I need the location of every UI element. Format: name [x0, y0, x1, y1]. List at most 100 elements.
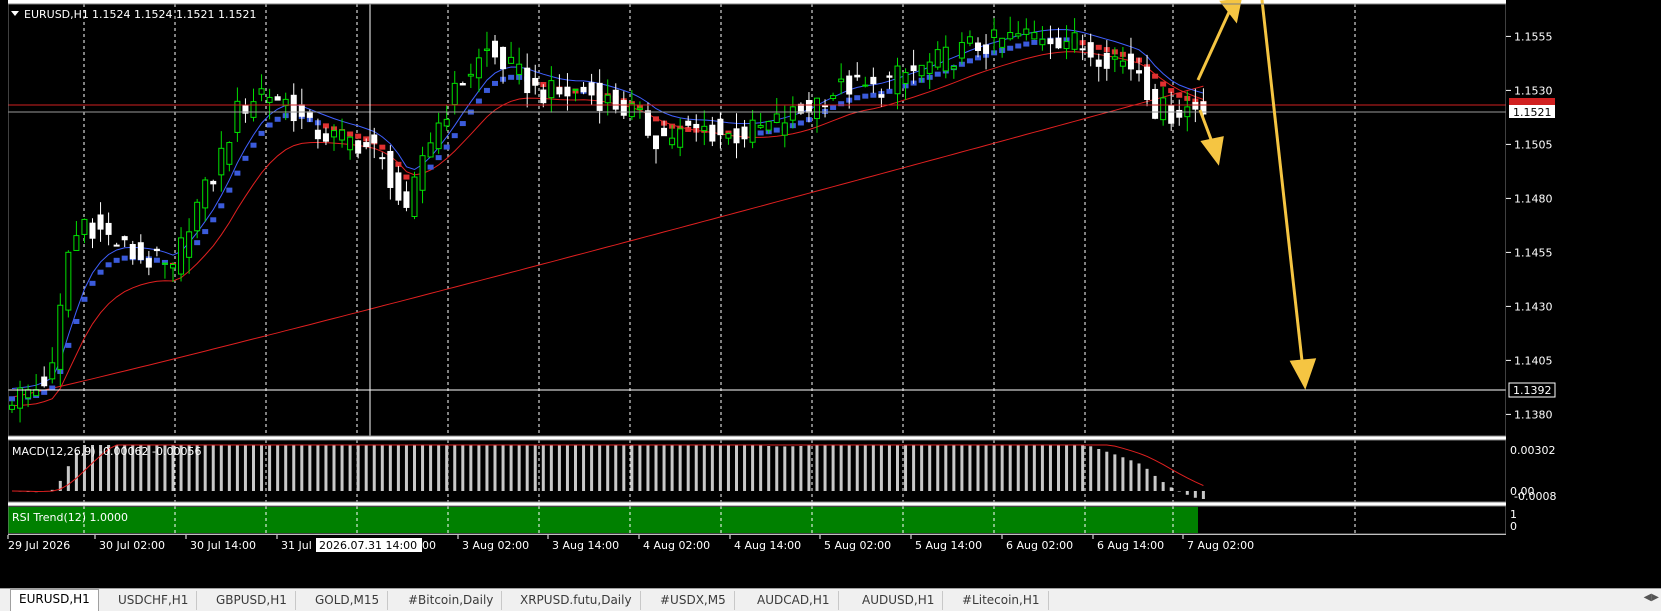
time-axis-label: 6 Aug 14:00: [1097, 539, 1164, 552]
candle-body: [524, 67, 531, 94]
candle-body: [234, 100, 241, 133]
candle-body: [789, 106, 796, 121]
candle-body: [194, 201, 201, 232]
trend-band-block: [242, 155, 249, 161]
candle-body: [363, 142, 370, 148]
candle-body: [451, 82, 458, 106]
candle-body: [1152, 88, 1159, 119]
candle-body: [1160, 97, 1167, 121]
trend-band-block: [97, 269, 104, 275]
candle-body: [145, 258, 152, 268]
chart-tab[interactable]: #Litecoin,H1: [954, 591, 1049, 610]
time-axis-label: 5 Aug 14:00: [915, 539, 982, 552]
candle-body: [588, 82, 595, 96]
trend-band-block: [492, 80, 498, 86]
candle-body: [975, 42, 981, 51]
candle-body: [958, 42, 965, 59]
chart-tab[interactable]: GBPUSD,H1: [208, 591, 296, 610]
trend-band-block: [862, 93, 869, 99]
trend-band-block: [65, 342, 72, 348]
candle-body: [443, 118, 450, 127]
candle-body: [202, 179, 209, 209]
trend-band-block: [347, 131, 354, 137]
candle-body: [733, 128, 740, 144]
candle-body: [435, 122, 442, 150]
crosshair-price-label: 1.1392: [1513, 384, 1552, 397]
macd-tick-top: 0.00302: [1510, 444, 1556, 457]
chart-window[interactable]: EURUSD,H1 1.1524 1.1524 1.1521 1.1521 MA…: [0, 0, 1661, 588]
symbol-label: EURUSD,H1: [24, 8, 89, 21]
price-tick-label: 1.1505: [1514, 138, 1553, 151]
trend-band-block: [121, 255, 128, 261]
candle-body: [81, 218, 88, 235]
candle-body: [1111, 56, 1118, 60]
candle-body: [709, 124, 716, 142]
price-tick-label: 1.1555: [1514, 30, 1553, 43]
price-tick-label: 1.1480: [1514, 192, 1553, 205]
candle-body: [1136, 70, 1142, 74]
candle-body: [846, 75, 853, 95]
candle-body: [580, 86, 587, 93]
candle-body: [548, 80, 555, 99]
candle-body: [677, 128, 684, 148]
chart-tab[interactable]: AUDCAD,H1: [749, 591, 839, 610]
candle-body: [508, 56, 515, 64]
macd-pane[interactable]: [8, 440, 1506, 502]
candle-body: [781, 122, 788, 136]
candle-body: [725, 133, 732, 139]
trend-band-block: [443, 144, 450, 150]
price-pane[interactable]: [8, 4, 1506, 436]
candle-body: [25, 389, 32, 399]
candle-body: [644, 110, 651, 136]
candle-body: [186, 231, 193, 258]
candle-body: [331, 130, 337, 138]
candle-body: [218, 147, 225, 176]
chart-tab[interactable]: #Bitcoin,Daily: [400, 591, 503, 610]
trend-band-block: [1152, 73, 1159, 79]
chart-tab[interactable]: EURUSD,H1: [10, 589, 99, 611]
chart-tab[interactable]: XRPUSD.futu,Daily: [512, 591, 641, 610]
candle-body: [129, 244, 136, 260]
candle-body: [604, 94, 611, 104]
candle-body: [701, 125, 708, 132]
candle-body: [105, 222, 112, 235]
chart-tab[interactable]: AUDUSD,H1: [854, 591, 944, 610]
candle-body: [161, 262, 168, 265]
candle-body: [153, 248, 160, 252]
candle-body: [805, 100, 812, 113]
trend-band-block: [1007, 45, 1014, 51]
price-tick-label: 1.1530: [1514, 84, 1553, 97]
candle-body: [250, 101, 257, 118]
candle-body: [661, 127, 668, 137]
candle-body: [636, 107, 643, 111]
candle-body: [934, 49, 941, 68]
candle-body: [1127, 53, 1134, 70]
trend-band-block: [226, 187, 233, 193]
candle-body: [314, 129, 321, 140]
candle-body: [669, 137, 676, 146]
candle-body: [137, 242, 144, 260]
time-axis-label: 6 Aug 02:00: [1006, 539, 1073, 552]
candle-body: [1192, 101, 1199, 110]
candle-body: [693, 123, 700, 129]
trend-band-block: [966, 58, 973, 64]
candle-body: [991, 29, 998, 38]
candle-body: [1063, 41, 1070, 50]
trend-band-block: [105, 262, 112, 268]
candle-body: [475, 57, 482, 79]
trend-band-block: [685, 126, 692, 132]
chart-tab[interactable]: #USDX,M5: [652, 591, 735, 610]
candle-body: [1055, 37, 1062, 49]
candle-body: [1168, 104, 1175, 124]
candle-body: [902, 72, 909, 84]
time-axis-label: 30 Jul 02:00: [99, 539, 165, 552]
chart-tab[interactable]: GOLD,M15: [307, 591, 389, 610]
tab-scroll-arrows-icon[interactable]: ◀▶: [1644, 592, 1659, 603]
candle-body: [717, 118, 724, 136]
trend-band-block: [266, 122, 273, 128]
ohlc-values: 1.1524 1.1524 1.1521 1.1521: [92, 8, 256, 21]
time-axis-label: 31 Jul: [281, 539, 312, 552]
candle-body: [17, 387, 24, 409]
chart-tab[interactable]: USDCHF,H1: [110, 591, 198, 610]
candle-body: [950, 66, 957, 70]
